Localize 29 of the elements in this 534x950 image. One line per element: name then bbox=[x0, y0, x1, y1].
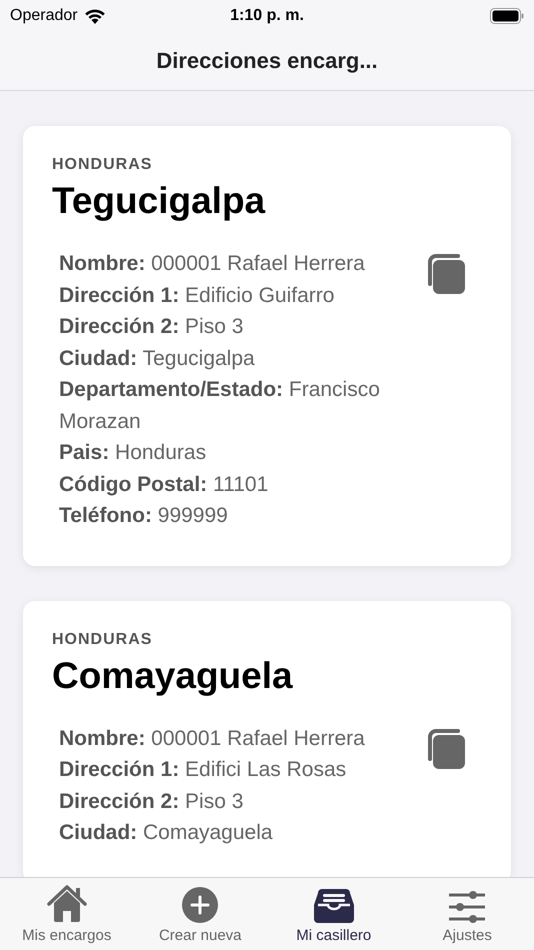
carrier-name: Operador bbox=[10, 7, 78, 25]
status-time: 1:10 p. m. bbox=[230, 7, 304, 25]
address-line: Dirección 2: Piso 3 bbox=[59, 788, 244, 814]
address-line: Pais: Honduras bbox=[59, 440, 208, 466]
tab-item[interactable]: Mis encargos bbox=[0, 878, 134, 950]
country-label: HONDURAS bbox=[52, 630, 154, 648]
address-line: Ciudad: Comayaguela bbox=[59, 820, 274, 846]
country-label: HONDURAS bbox=[52, 156, 154, 174]
address-line: Nombre: 000001 Rafael Herrera bbox=[59, 726, 366, 752]
address-line: Código Postal: 11101 bbox=[59, 472, 270, 498]
address-line: Dirección 1: Edifici Las Rosas bbox=[59, 757, 348, 783]
battery-icon bbox=[490, 8, 524, 24]
add-icon bbox=[182, 887, 218, 923]
address-line: Dirección 1: Edificio Guifarro bbox=[59, 282, 336, 308]
address-line: Teléfono: 999999 bbox=[59, 503, 229, 529]
tab-item[interactable]: Mi casillero bbox=[267, 878, 400, 950]
tray-icon bbox=[314, 889, 354, 923]
screen-title: Direcciones encarg... bbox=[156, 48, 378, 74]
city-title: Tegucigalpa bbox=[52, 180, 266, 222]
tab-item[interactable]: Ajustes bbox=[400, 878, 534, 950]
wifi-icon bbox=[84, 8, 106, 24]
house-icon bbox=[46, 885, 87, 923]
address-line: Dirección 2: Piso 3 bbox=[59, 314, 244, 340]
address-line: Ciudad: Tegucigalpa bbox=[59, 346, 256, 372]
tab-item[interactable]: Crear nueva bbox=[134, 878, 267, 950]
address-line: Nombre: 000001 Rafael Herrera bbox=[59, 251, 366, 277]
address-line: Departamento/Estado: Francisco Morazan bbox=[59, 377, 381, 434]
city-title: Comayaguela bbox=[52, 654, 294, 696]
sliders-icon bbox=[449, 891, 486, 923]
